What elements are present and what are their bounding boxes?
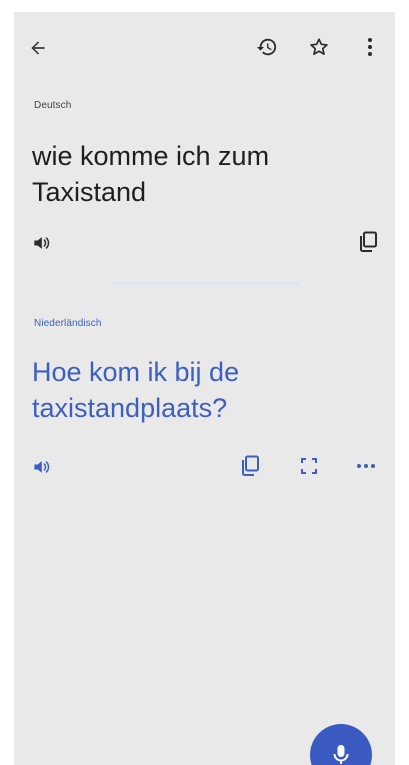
target-copy-icon[interactable] bbox=[236, 452, 264, 480]
back-arrow-icon[interactable] bbox=[24, 34, 52, 62]
source-speaker-icon[interactable] bbox=[28, 230, 54, 256]
target-language-label[interactable]: Niederländisch bbox=[34, 318, 102, 329]
more-vert-icon[interactable] bbox=[358, 32, 382, 62]
section-divider bbox=[112, 282, 300, 285]
target-speaker-icon[interactable] bbox=[28, 454, 54, 480]
fullscreen-icon[interactable] bbox=[296, 453, 322, 479]
source-text[interactable]: wie komme ich zum Taxistand bbox=[32, 138, 372, 210]
translation-screen: Deutsch wie komme ich zum Taxistand Nied… bbox=[14, 12, 395, 765]
mic-button[interactable] bbox=[310, 724, 372, 765]
mic-icon bbox=[332, 744, 350, 765]
source-copy-icon[interactable] bbox=[354, 228, 382, 256]
more-horiz-icon[interactable] bbox=[352, 453, 380, 479]
translated-text[interactable]: Hoe kom ik bij de taxistandplaats? bbox=[32, 354, 372, 426]
source-language-label[interactable]: Deutsch bbox=[34, 100, 71, 111]
history-icon[interactable] bbox=[252, 32, 282, 62]
star-icon[interactable] bbox=[304, 32, 334, 62]
